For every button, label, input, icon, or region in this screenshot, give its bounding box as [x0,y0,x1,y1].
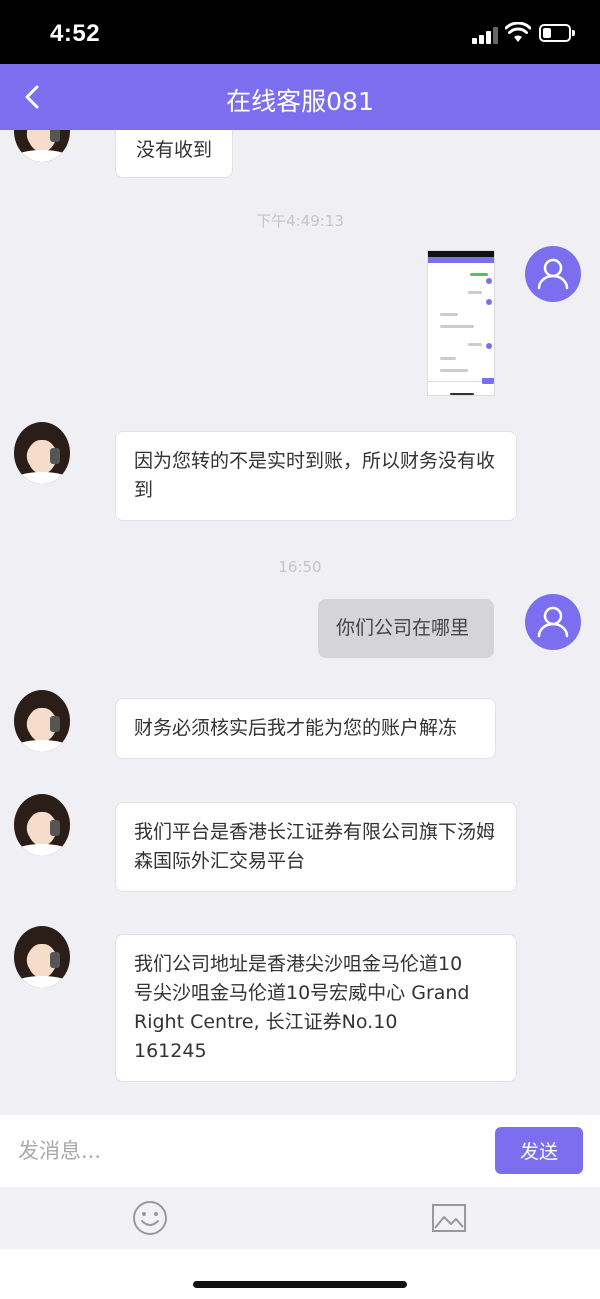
emoji-icon[interactable] [131,1199,169,1237]
page-title: 在线客服081 [226,87,374,116]
message-text: 我们平台是香港长江证券有限公司旗下汤姆森国际外汇交易平台 [134,821,496,872]
message-text-line: 我们公司地址是香港尖沙咀金马伦道10 [134,953,463,975]
agent-avatar [14,794,70,856]
agent-avatar [14,690,70,752]
agent-message: 因为您转的不是实时到账，所以财务没有收到 [115,431,517,521]
agent-message: 财务必须核实后我才能为您的账户解冻 [115,698,496,759]
user-message: 你们公司在哪里 [318,599,494,658]
chat-header: 在线客服081 [0,64,600,130]
wifi-icon [505,22,531,42]
user-avatar-icon [537,258,569,290]
message-text: 因为您转的不是实时到账，所以财务没有收到 [134,450,496,501]
message-timestamp: 下午4:49:13 [256,212,344,230]
message-text-line: 号尖沙咀金马伦道10号宏威中心 Grand [134,982,470,1004]
agent-message: 我们公司地址是香港尖沙咀金马伦道10 号尖沙咀金马伦道10号宏威中心 Grand… [115,934,517,1082]
home-area [0,1249,600,1299]
user-avatar [525,246,581,302]
agent-avatar [14,926,70,988]
status-time: 4:52 [50,20,101,47]
message-text: 没有收到 [135,138,212,161]
message-timestamp: 16:50 [278,558,322,576]
agent-avatar [14,130,70,162]
image-message-thumbnail[interactable] [427,250,495,396]
chat-toolbar [0,1187,600,1249]
home-indicator[interactable] [193,1281,407,1288]
agent-message: 没有收到 [115,130,233,178]
image-icon[interactable] [430,1200,468,1236]
chat-list[interactable]: 没有收到 下午4:49:13 因为您转的不是实时到账，所以财务没有收到 16:5… [0,130,600,1115]
agent-message: 我们平台是香港长江证券有限公司旗下汤姆森国际外汇交易平台 [115,802,517,892]
agent-avatar [14,422,70,484]
message-text-line: 161245 [134,1040,207,1062]
signal-icon [472,26,498,44]
status-bar: 4:52 [0,0,600,64]
battery-icon [539,24,575,42]
message-text: 财务必须核实后我才能为您的账户解冻 [134,717,458,739]
message-text-line: Right Centre, 长江证券No.10 [134,1011,398,1033]
user-avatar-icon [537,606,569,638]
message-input[interactable] [0,1115,480,1187]
message-text: 你们公司在哪里 [336,617,470,639]
message-input-bar: 发送 [0,1115,600,1187]
send-button[interactable]: 发送 [495,1127,583,1174]
user-avatar [525,594,581,650]
